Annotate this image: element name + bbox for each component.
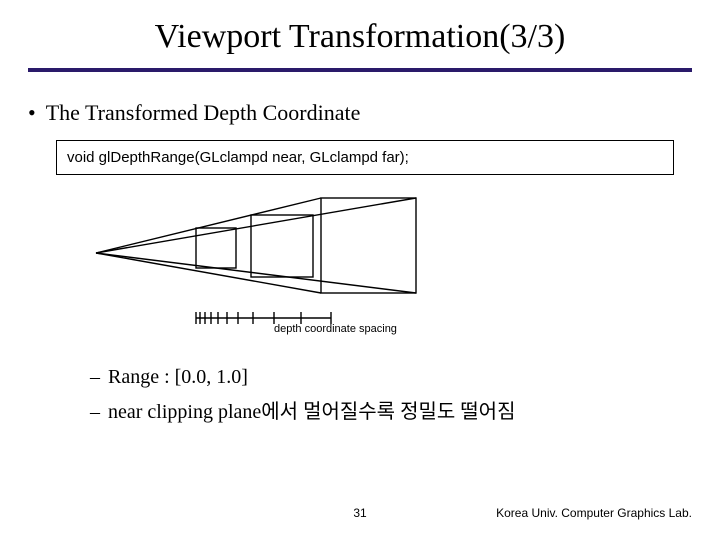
sub-bullet-2-text: near clipping plane에서 멀어질수록 정밀도 떨어짐 bbox=[108, 395, 515, 424]
footer: 31 Korea Univ. Computer Graphics Lab. bbox=[0, 506, 720, 524]
footer-lab: Korea Univ. Computer Graphics Lab. bbox=[496, 506, 692, 520]
sub-bullet-1: – Range : [0.0, 1.0] bbox=[90, 366, 692, 389]
frustum-figure: depth coordinate spacing bbox=[86, 193, 436, 348]
bullet-dot: • bbox=[28, 100, 36, 126]
bullet-dash: – bbox=[90, 366, 100, 389]
code-text: void glDepthRange(GLclampd near, GLclamp… bbox=[67, 149, 409, 166]
sub-bullet-2: – near clipping plane에서 멀어질수록 정밀도 떨어짐 bbox=[90, 395, 692, 424]
bullet-level-1: • The Transformed Depth Coordinate bbox=[28, 100, 692, 126]
page-title: Viewport Transformation(3/3) bbox=[28, 18, 692, 64]
title-underline bbox=[28, 68, 692, 72]
figure-caption: depth coordinate spacing bbox=[274, 323, 397, 335]
page-number: 31 bbox=[353, 506, 366, 520]
code-signature-box: void glDepthRange(GLclampd near, GLclamp… bbox=[56, 140, 674, 175]
sub-bullet-list: – Range : [0.0, 1.0] – near clipping pla… bbox=[90, 366, 692, 424]
sub-bullet-1-text: Range : [0.0, 1.0] bbox=[108, 366, 248, 389]
bullet-dash: – bbox=[90, 401, 100, 424]
slide: Viewport Transformation(3/3) • The Trans… bbox=[0, 0, 720, 540]
bullet-text: The Transformed Depth Coordinate bbox=[46, 100, 361, 126]
